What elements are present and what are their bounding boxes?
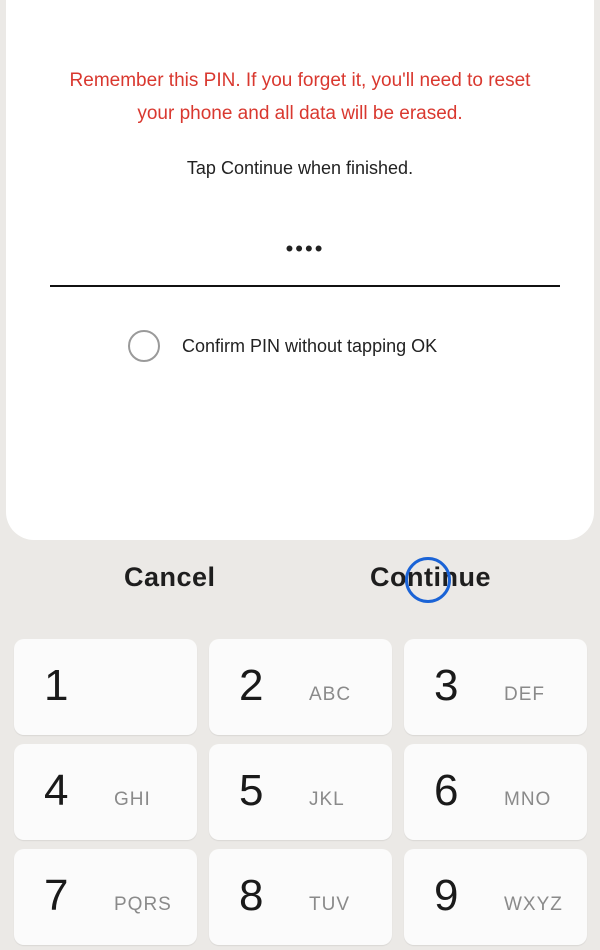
key-3[interactable]: 3 DEF <box>404 639 587 735</box>
key-letters: PQRS <box>114 894 172 915</box>
key-digit: 8 <box>239 871 264 920</box>
warning-line-2: your phone and all data will be erased. <box>137 103 463 124</box>
key-letters: MNO <box>504 789 552 810</box>
key-letters: WXYZ <box>504 894 563 915</box>
pin-input-field[interactable]: •••• <box>50 236 560 262</box>
pin-setup-screen: Remember this PIN. If you forget it, you… <box>0 0 600 950</box>
key-2[interactable]: 2 ABC <box>209 639 392 735</box>
cancel-button[interactable]: Cancel <box>124 562 216 593</box>
key-digit: 4 <box>44 766 69 815</box>
tap-indicator-circle <box>405 557 451 603</box>
key-5[interactable]: 5 JKL <box>209 744 392 840</box>
key-9[interactable]: 9 WXYZ <box>404 849 587 945</box>
confirm-radio-button[interactable] <box>128 330 160 362</box>
key-4[interactable]: 4 GHI <box>14 744 197 840</box>
key-6[interactable]: 6 MNO <box>404 744 587 840</box>
key-7[interactable]: 7 PQRS <box>14 849 197 945</box>
key-digit: 3 <box>434 661 459 710</box>
pin-input-underline <box>50 285 560 287</box>
key-letters: ABC <box>309 684 352 705</box>
key-digit: 1 <box>44 661 69 710</box>
pin-warning-text: Remember this PIN. If you forget it, you… <box>0 64 600 130</box>
key-letters: TUV <box>309 894 350 915</box>
continue-hint: Tap Continue when finished. <box>186 158 414 178</box>
key-digit: 2 <box>239 661 264 710</box>
warning-line-1: Remember this PIN. If you forget it, you… <box>69 70 531 91</box>
key-digit: 9 <box>434 871 459 920</box>
confirm-without-ok-option[interactable]: Confirm PIN without tapping OK <box>128 329 437 363</box>
key-digit: 7 <box>44 871 69 920</box>
key-1[interactable]: 1 <box>14 639 197 735</box>
key-letters: DEF <box>504 684 545 705</box>
numeric-keypad: 1 2 ABC 3 DEF 4 GHI 5 JKL 6 MNO 7 PQRS 8 <box>0 622 600 950</box>
confirm-option-label: Confirm PIN without tapping OK <box>182 335 438 356</box>
dialog-action-bar: Cancel Continue <box>0 540 600 622</box>
key-8[interactable]: 8 TUV <box>209 849 392 945</box>
key-letters: GHI <box>114 789 151 810</box>
key-digit: 5 <box>239 766 264 815</box>
key-letters: JKL <box>309 789 345 810</box>
key-digit: 6 <box>434 766 459 815</box>
